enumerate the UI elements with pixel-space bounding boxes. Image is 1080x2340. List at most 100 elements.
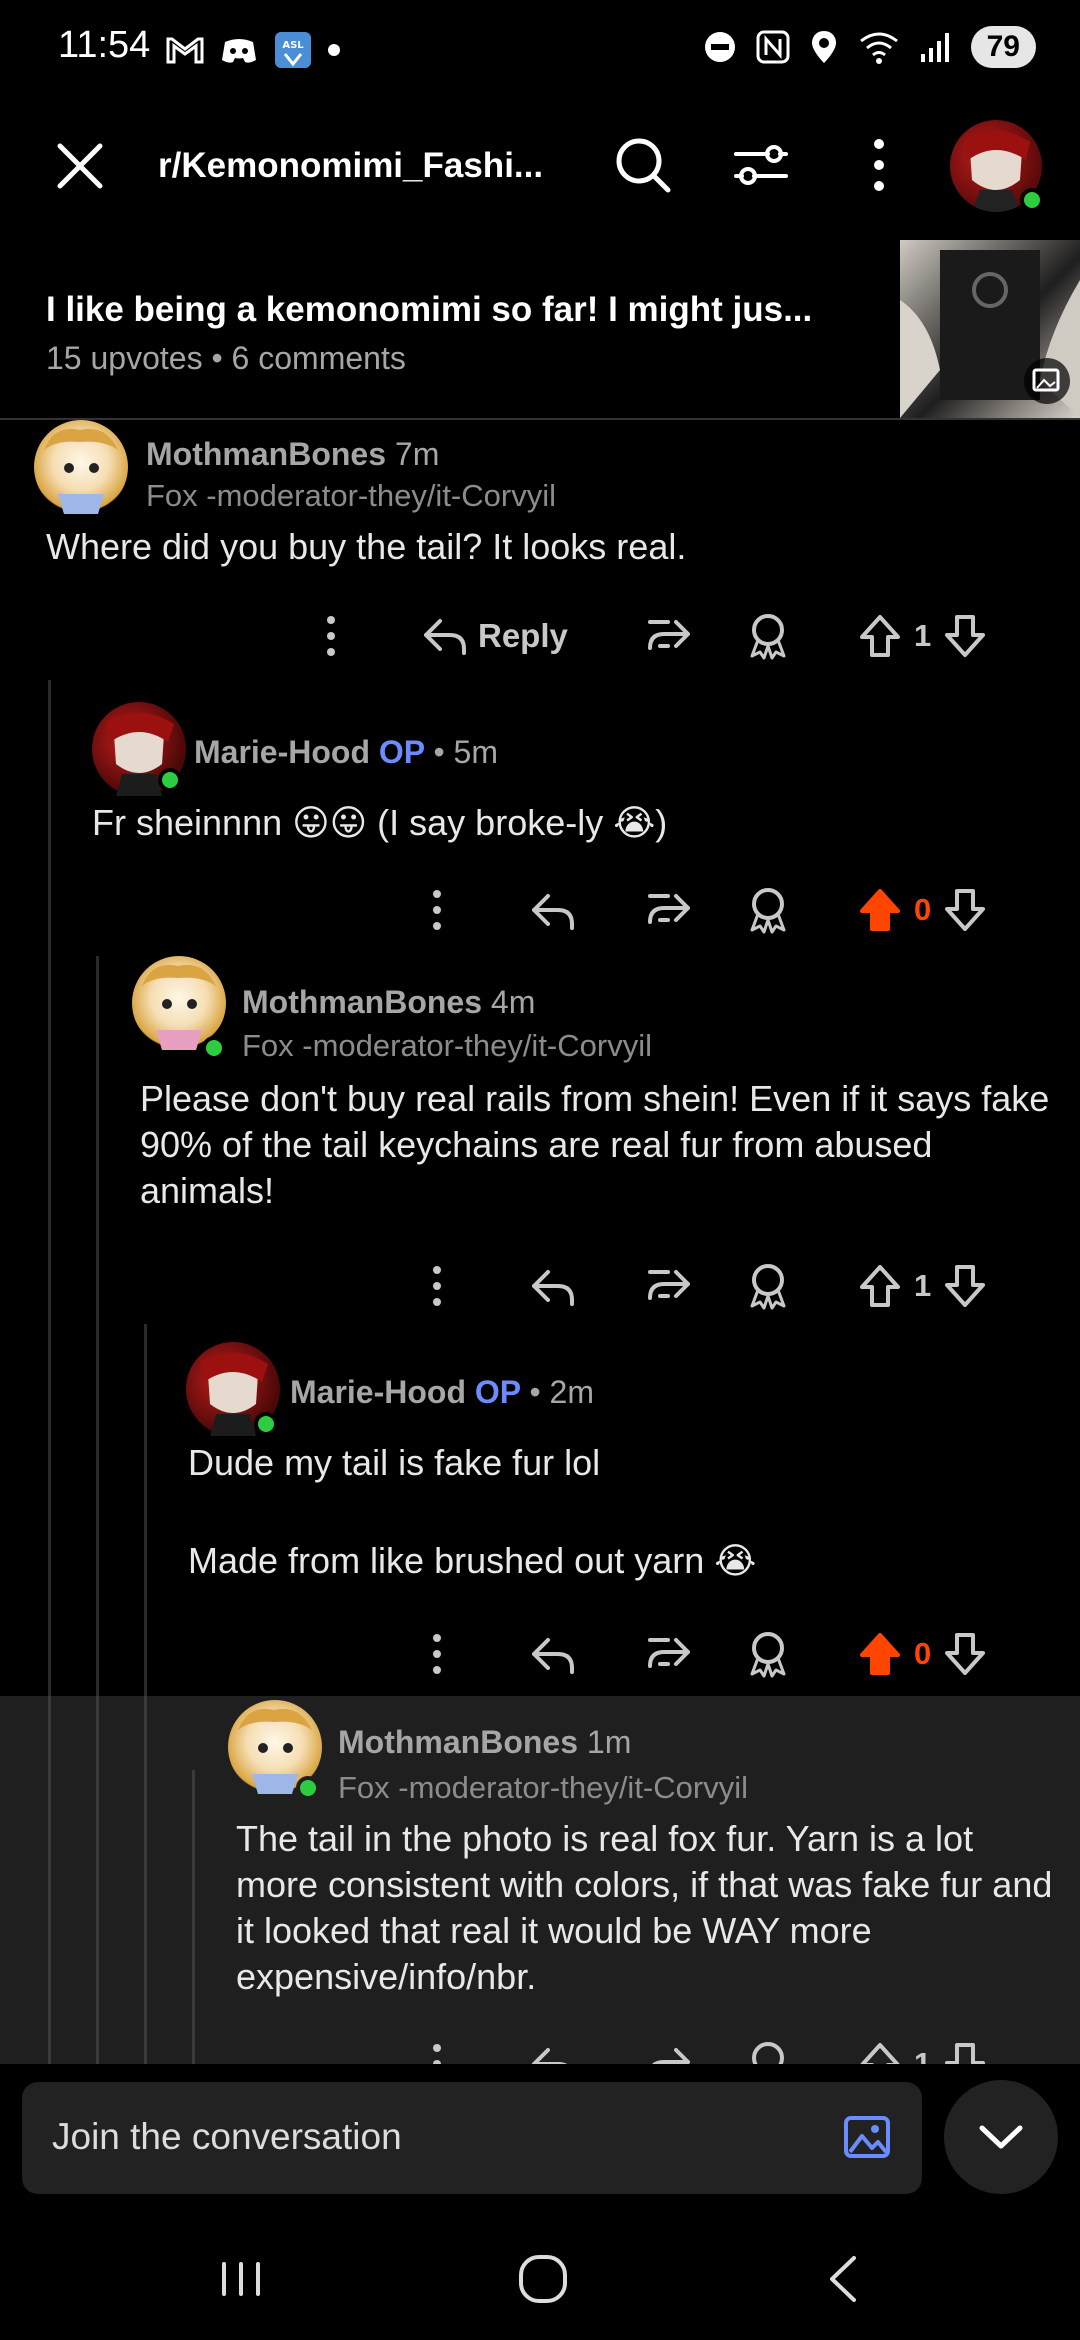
reply-icon[interactable] [528, 1624, 578, 1684]
commenter-avatar[interactable] [34, 420, 128, 514]
add-image-icon[interactable] [842, 2112, 892, 2162]
back-icon[interactable] [810, 2244, 880, 2314]
join-conversation-input[interactable]: Join the conversation [22, 2082, 922, 2194]
upvote-icon-active[interactable] [856, 1629, 904, 1679]
comment-author[interactable]: MothmanBones 4m [242, 984, 535, 1021]
comment-body: The tail in the photo is real fox fur. Y… [236, 1818, 1053, 1997]
comment-author[interactable]: MothmanBones 1m [338, 1724, 631, 1761]
comment-actions: Reply 1 [0, 606, 1080, 666]
vote-count: 0 [914, 892, 932, 927]
more-options-icon[interactable] [412, 1624, 462, 1684]
comment-author[interactable]: MothmanBones 7m [146, 436, 439, 473]
share-icon[interactable] [640, 606, 696, 666]
online-status-dot [158, 768, 182, 792]
comment-composer: Join the conversation [0, 2064, 1080, 2214]
comment: MothmanBones 1m Fox -moderator-they/it-C… [0, 1696, 1080, 2064]
collapse-button[interactable] [944, 2080, 1058, 2194]
top-app-bar: r/Kemonomimi_Fashi... [0, 110, 1080, 220]
post-meta: 15 upvotes • 6 comments [46, 340, 406, 376]
vote-count: 0 [914, 1636, 932, 1671]
status-bar: 11:54 ASL 79 [0, 0, 1080, 100]
comment-body: Where did you buy the tail? It looks rea… [46, 526, 687, 567]
share-icon[interactable] [640, 1624, 696, 1684]
vote-count: 1 [914, 618, 932, 653]
downvote-icon[interactable] [941, 2039, 989, 2064]
op-badge: OP [474, 1374, 521, 1410]
vote-count: 1 [914, 1268, 932, 1303]
recent-apps-icon[interactable] [206, 2244, 276, 2314]
upvote-icon-active[interactable] [856, 885, 904, 935]
more-options-icon[interactable] [412, 1256, 462, 1316]
post-header[interactable]: I like being a kemonomimi so far! I migh… [0, 240, 1080, 420]
award-icon[interactable] [740, 2034, 796, 2064]
status-time: 11:54 [58, 24, 151, 66]
award-icon[interactable] [740, 606, 796, 666]
reply-button[interactable]: Reply [420, 606, 568, 666]
user-flair: Fox -moderator-they/it-Corvyil [242, 1028, 652, 1063]
close-icon[interactable] [50, 136, 110, 196]
reply-icon[interactable] [528, 2034, 578, 2064]
downvote-icon[interactable] [941, 1629, 989, 1679]
more-options-icon[interactable] [412, 880, 462, 940]
vote-count: 1 [914, 2046, 932, 2064]
downvote-icon[interactable] [941, 885, 989, 935]
comment-actions: 0 [0, 880, 1080, 940]
user-flair: Fox -moderator-they/it-Corvyil [146, 478, 556, 513]
location-icon [811, 31, 836, 63]
downvote-icon[interactable] [941, 1261, 989, 1311]
svg-text:ASL: ASL [282, 40, 304, 51]
signal-icon [920, 33, 949, 62]
filter-icon[interactable] [728, 132, 794, 198]
online-status-dot [202, 1036, 226, 1060]
gmail-icon [166, 37, 204, 64]
award-icon[interactable] [740, 880, 796, 940]
post-title[interactable]: I like being a kemonomimi so far! I migh… [46, 290, 812, 330]
upvote-icon[interactable] [856, 611, 904, 661]
comment-body: Please don't buy real rails from shein! … [140, 1078, 1050, 1211]
comment-author[interactable]: Marie-Hood OP • 2m [290, 1374, 594, 1411]
reply-icon[interactable] [528, 1256, 578, 1316]
more-options-icon[interactable] [306, 606, 356, 666]
downvote-icon[interactable] [941, 611, 989, 661]
award-icon[interactable] [740, 1624, 796, 1684]
dnd-icon [704, 32, 735, 62]
battery-indicator: 79 [970, 26, 1036, 68]
reply-icon [424, 619, 466, 655]
award-icon[interactable] [740, 1256, 796, 1316]
comment-body: Fr sheinnnn 😛😛 (I say broke-ly 😭) [92, 802, 668, 843]
share-icon[interactable] [640, 880, 696, 940]
nfc-icon [756, 30, 790, 64]
reply-label: Reply [478, 617, 568, 654]
vote-control: 1 [856, 2034, 989, 2064]
upvote-icon[interactable] [856, 2039, 904, 2064]
comment-actions: 0 [0, 1624, 1080, 1684]
online-status-dot [1020, 188, 1044, 212]
comment-actions: 1 [0, 1256, 1080, 1316]
comment-author[interactable]: Marie-Hood OP • 5m [194, 734, 498, 771]
search-icon[interactable] [610, 132, 676, 198]
composer-placeholder: Join the conversation [52, 2116, 402, 2157]
more-options-icon[interactable] [412, 2034, 462, 2064]
subreddit-title[interactable]: r/Kemonomimi_Fashi... [158, 146, 543, 186]
online-status-dot [254, 1412, 278, 1436]
home-icon[interactable] [508, 2244, 578, 2314]
post-thumbnail[interactable] [900, 240, 1080, 418]
discord-icon [222, 39, 256, 63]
vote-control: 1 [856, 606, 989, 666]
system-icons: 79 [703, 26, 1036, 68]
upvote-icon[interactable] [856, 1261, 904, 1311]
online-status-dot [296, 1776, 320, 1800]
more-options-icon[interactable] [846, 132, 912, 198]
vote-control: 0 [856, 1624, 989, 1684]
dot-icon [328, 44, 340, 56]
share-icon[interactable] [640, 2034, 696, 2064]
reply-icon[interactable] [528, 880, 578, 940]
gallery-icon [1024, 358, 1070, 404]
asl-app-icon: ASL [275, 32, 311, 68]
vote-control: 1 [856, 1256, 989, 1316]
op-badge: OP [378, 734, 425, 770]
comment-actions: 1 [0, 2034, 1080, 2064]
user-flair: Fox -moderator-they/it-Corvyil [338, 1770, 748, 1805]
share-icon[interactable] [640, 1256, 696, 1316]
system-navigation-bar [0, 2214, 1080, 2340]
